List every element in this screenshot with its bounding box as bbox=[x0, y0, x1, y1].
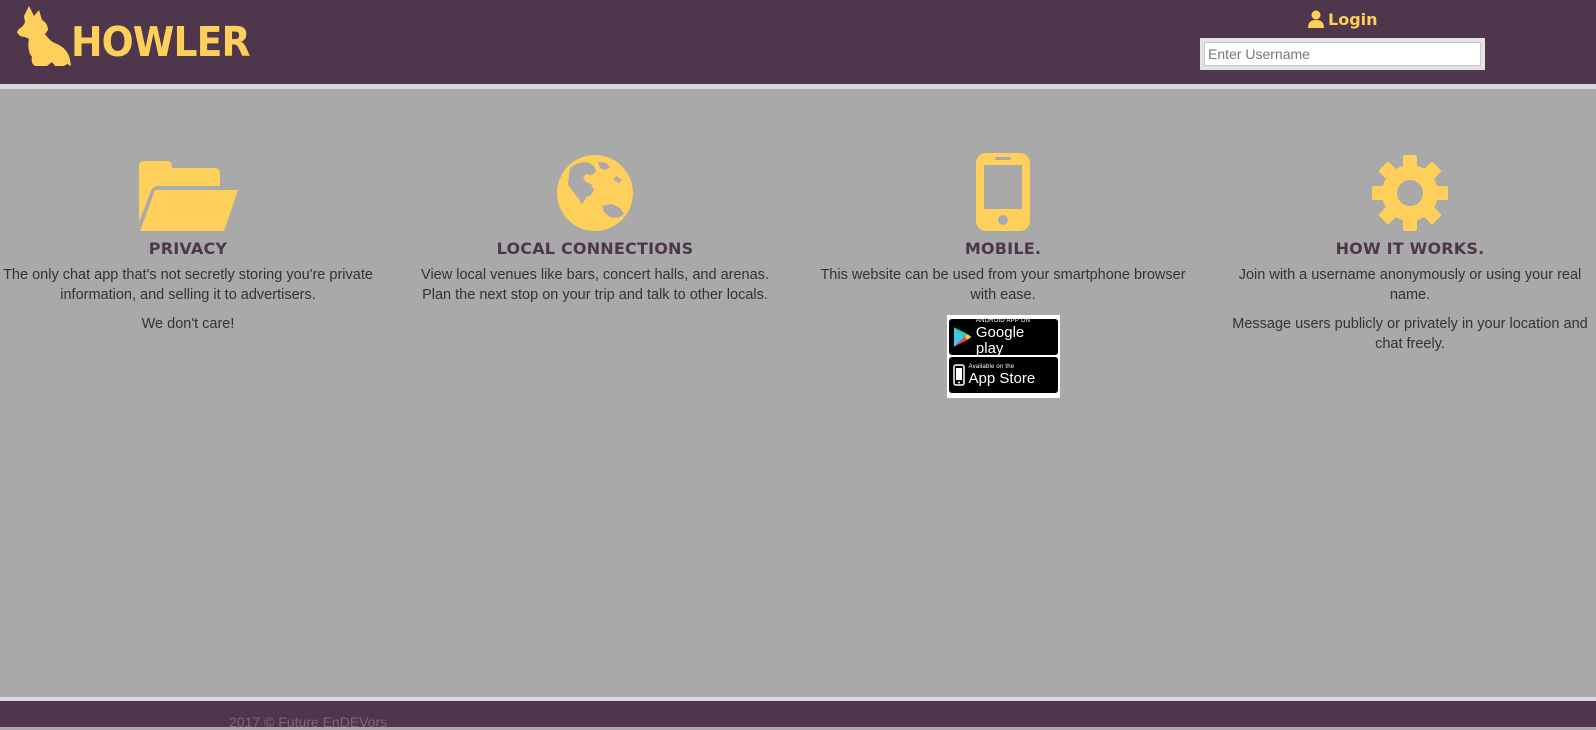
iphone-icon bbox=[952, 364, 965, 386]
site-footer: 2017 © Future EnDEVors bbox=[0, 701, 1596, 730]
header-divider bbox=[0, 84, 1596, 89]
folder-open-icon bbox=[139, 161, 238, 231]
site-header: HOWLER Login bbox=[0, 0, 1596, 84]
brand-name: HOWLER bbox=[71, 18, 251, 66]
feature-description: The only chat app that's not secretly st… bbox=[3, 267, 373, 303]
feature-title: MOBILE. bbox=[964, 239, 1042, 258]
store-badges: ANDROID APP ON Google play Available on … bbox=[946, 315, 1060, 398]
feature-how-it-works: HOW IT WORKS. Join with a username anony… bbox=[1222, 150, 1596, 363]
copyright-text: 2017 © Future EnDEVors bbox=[229, 714, 388, 730]
feature-title: PRIVACY bbox=[148, 239, 228, 258]
app-store-label: App Store bbox=[968, 369, 1036, 387]
username-input[interactable] bbox=[1204, 42, 1481, 66]
user-icon bbox=[1308, 10, 1324, 28]
feature-local-connections: LOCAL CONNECTIONS View local venues like… bbox=[407, 150, 783, 314]
brand-logo[interactable]: HOWLER bbox=[15, 4, 251, 68]
feature-mobile: MOBILE. This website can be used from yo… bbox=[815, 150, 1191, 398]
feature-description: This website can be used from your smart… bbox=[820, 267, 1186, 303]
google-play-label: Google play bbox=[975, 323, 1025, 357]
mobile-phone-icon bbox=[976, 153, 1030, 231]
google-play-icon bbox=[953, 327, 971, 347]
feature-title: HOW IT WORKS. bbox=[1335, 239, 1485, 258]
google-play-badge[interactable]: ANDROID APP ON Google play bbox=[948, 318, 1058, 357]
login-form bbox=[1200, 38, 1485, 70]
feature-description: View local venues like bars, concert hal… bbox=[421, 267, 769, 303]
login-link[interactable]: Login bbox=[1307, 8, 1378, 30]
feature-description: Message users publicly or privately in y… bbox=[1232, 316, 1588, 352]
feature-description: We don't care! bbox=[141, 316, 235, 332]
feature-title: LOCAL CONNECTIONS bbox=[496, 239, 694, 258]
app-store-badge[interactable]: Available on the App Store bbox=[948, 357, 1058, 393]
feature-privacy: PRIVACY The only chat app that's not sec… bbox=[0, 150, 376, 343]
gear-icon bbox=[1372, 155, 1448, 231]
wolf-icon bbox=[17, 6, 71, 66]
feature-description: Join with a username anonymously or usin… bbox=[1238, 267, 1582, 303]
globe-icon bbox=[557, 155, 633, 231]
login-label: Login bbox=[1328, 9, 1378, 29]
